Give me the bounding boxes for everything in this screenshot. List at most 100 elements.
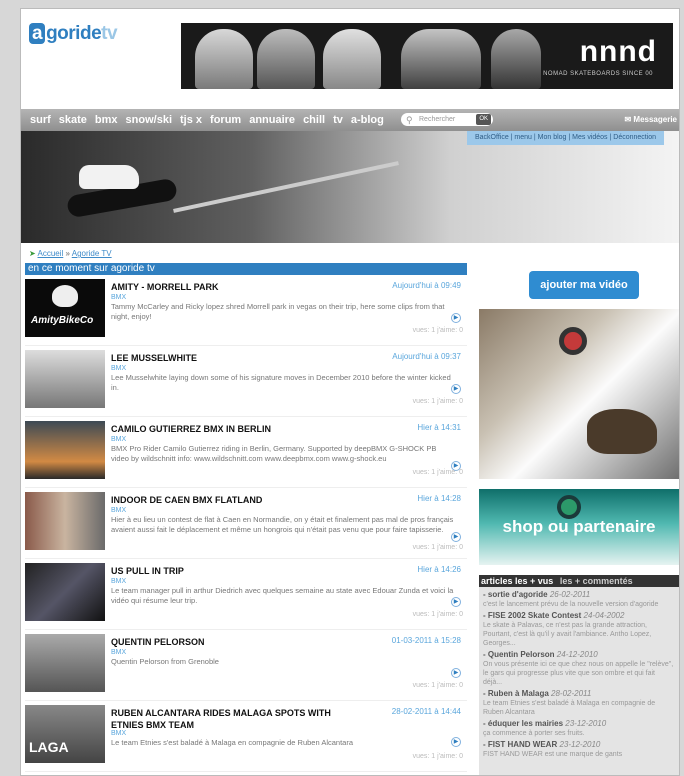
video-item[interactable]: QUENTIN PELORSON 01-03-2011 à 15:28 BMX … — [25, 630, 467, 701]
play-icon[interactable]: ▶ — [451, 313, 461, 323]
search-input[interactable]: ⚲ Rechercher OK — [401, 113, 493, 126]
article-excerpt: Le team Etnies s'est baladé à Malaga en … — [483, 700, 656, 716]
nav-item-forum[interactable]: forum — [206, 109, 245, 131]
breadcrumb: ➤ Accueil » Agoride TV — [29, 249, 112, 258]
article-item[interactable]: - FISE 2002 Skate Contest 24-04-2002 Le … — [483, 611, 675, 648]
article-title[interactable]: Quentin Pelorson — [488, 650, 555, 659]
article-date: 23-12-2010 — [565, 719, 607, 728]
video-title[interactable]: LEE MUSSELWHITE — [111, 352, 363, 364]
logo-a: a — [29, 23, 46, 44]
article-excerpt: FIST HAND WEAR est une marque de gants — [483, 751, 623, 758]
article-item[interactable]: - Ruben à Malaga 28-02-2011 Le team Etni… — [483, 689, 675, 717]
article-title[interactable]: FISE 2002 Skate Contest — [488, 611, 581, 620]
video-date: Aujourd'hui à 09:37 — [392, 352, 461, 361]
video-description: Le team Etnies s'est baladé à Malaga en … — [111, 738, 354, 747]
article-item[interactable]: - sortie d'agoride 26-02-2011 c'est le l… — [483, 590, 675, 609]
nav-item-chill[interactable]: chill — [299, 109, 329, 131]
play-icon[interactable]: ▶ — [451, 532, 461, 542]
ad-banner[interactable]: nnnd NOMAD SKATEBOARDS SINCE 00 — [181, 23, 673, 89]
video-item[interactable]: US PULL IN TRIP Hier à 14:26 BMX Le team… — [25, 559, 467, 630]
video-item[interactable]: INDOOR DE CAEN BMX FLATLAND Hier à 14:28… — [25, 488, 467, 559]
search-button[interactable]: OK — [476, 114, 491, 125]
article-title[interactable]: Ruben à Malaga — [488, 689, 549, 698]
user-links[interactable]: BackOffice | menu | Mon blog | Mes vidéo… — [467, 131, 665, 145]
nav-item-tjsx[interactable]: tjs x — [176, 109, 206, 131]
article-item[interactable]: - Quentin Pelorson 24-12-2010 On vous pr… — [483, 650, 675, 687]
article-date: 28-02-2011 — [551, 689, 592, 698]
video-thumbnail[interactable] — [25, 492, 105, 550]
breadcrumb-home[interactable]: Accueil — [37, 249, 63, 258]
video-category[interactable]: BMX — [111, 578, 126, 585]
video-description: BMX Pro Rider Camilo Gutierrez riding in… — [111, 444, 437, 463]
nav-item-tv[interactable]: tv — [329, 109, 347, 131]
nav-item-surf[interactable]: surf — [21, 109, 55, 131]
video-title[interactable]: RUBEN ALCANTARA RIDES MALAGA SPOTS WITH … — [111, 707, 363, 731]
video-thumbnail[interactable]: AmityBikeCo — [25, 279, 105, 337]
video-date: 28-02-2011 à 14:44 — [391, 707, 461, 716]
article-title[interactable]: éduquer les mairies — [488, 719, 563, 728]
video-stats: vues: 1 j'aime: 0 — [412, 753, 463, 760]
video-category[interactable]: BMX — [111, 507, 126, 514]
video-stats: vues: 1 j'aime: 0 — [412, 469, 463, 476]
video-category[interactable]: BMX — [111, 365, 126, 372]
video-item[interactable]: LAGA RUBEN ALCANTARA RIDES MALAGA SPOTS … — [25, 701, 467, 772]
video-description: Tammy McCarley and Ricky lopez shred Mor… — [111, 302, 445, 321]
video-category[interactable]: BMX — [111, 294, 126, 301]
article-item[interactable]: - FIST HAND WEAR 23-12-2010 FIST HAND WE… — [483, 740, 675, 759]
play-icon[interactable]: ▶ — [451, 737, 461, 747]
video-title[interactable]: CAMILO GUTIERREZ BMX IN BERLIN — [111, 423, 363, 435]
article-date: 23-12-2010 — [559, 740, 601, 749]
video-date: Hier à 14:26 — [417, 565, 461, 574]
article-excerpt: c'est le lancement prévu de la nouvelle … — [483, 601, 659, 608]
video-item[interactable]: LEE MUSSELWHITE Aujourd'hui à 09:37 BMX … — [25, 346, 467, 417]
video-category[interactable]: BMX — [111, 649, 126, 656]
play-icon[interactable]: ▶ — [451, 668, 461, 678]
video-thumbnail[interactable]: LAGA — [25, 705, 105, 763]
breadcrumb-arrow-icon: ➤ — [29, 249, 36, 258]
video-stats: vues: 1 j'aime: 0 — [412, 611, 463, 618]
article-title[interactable]: FIST HAND WEAR — [488, 740, 557, 749]
nav-item-snow-ski[interactable]: snow/ski — [122, 109, 176, 131]
video-category[interactable]: BMX — [111, 730, 126, 737]
video-title[interactable]: QUENTIN PELORSON — [111, 636, 363, 648]
video-thumbnail[interactable] — [25, 563, 105, 621]
video-category[interactable]: BMX — [111, 436, 126, 443]
nav-item-skate[interactable]: skate — [55, 109, 91, 131]
site-logo[interactable]: a goridetv — [29, 23, 118, 45]
video-date: 01-03-2011 à 15:28 — [391, 636, 461, 645]
article-date: 24-12-2010 — [556, 650, 598, 659]
video-stats: vues: 1 j'aime: 0 — [412, 544, 463, 551]
banner-face-1 — [195, 29, 253, 89]
tab-most-viewed[interactable]: articles les + vus — [479, 576, 553, 586]
video-title[interactable]: AMITY - MORRELL PARK — [111, 281, 363, 293]
video-description: Le team manager pull in arthur Diedrich … — [111, 586, 454, 605]
video-thumbnail[interactable] — [25, 634, 105, 692]
nav-item-bmx[interactable]: bmx — [91, 109, 122, 131]
hero-rail — [173, 161, 399, 213]
articles-list: - sortie d'agoride 26-02-2011 c'est le l… — [479, 587, 679, 775]
nav-item-annuaire[interactable]: annuaire — [245, 109, 299, 131]
tab-most-commented[interactable]: les + commentés — [556, 576, 633, 586]
play-icon[interactable]: ▶ — [451, 597, 461, 607]
articles-tabs: articles les + vus les + commentés — [479, 575, 679, 587]
logo-goride: goride — [46, 23, 102, 44]
video-item[interactable]: AmityBikeCo AMITY - MORRELL PARK Aujourd… — [25, 275, 467, 346]
video-thumbnail[interactable] — [25, 350, 105, 408]
article-title[interactable]: sortie d'agoride — [488, 590, 548, 599]
section-title: en ce moment sur agoride tv — [25, 263, 467, 275]
video-thumbnail[interactable] — [25, 421, 105, 479]
article-item[interactable]: - éduquer les mairies 23-12-2010 ça comm… — [483, 719, 675, 738]
article-excerpt: On vous présente ici ce que chez nous on… — [483, 661, 674, 686]
messagerie-link[interactable]: ✉ Messagerie — [624, 109, 677, 131]
video-stats: vues: 1 j'aime: 0 — [412, 327, 463, 334]
messagerie-label: Messagerie — [633, 115, 677, 124]
sidebar-ad-image[interactable] — [479, 309, 679, 479]
add-video-button[interactable]: ajouter ma vidéo — [529, 271, 639, 299]
breadcrumb-current[interactable]: Agoride TV — [72, 249, 112, 258]
nav-item-a-blog[interactable]: a-blog — [347, 109, 388, 131]
play-icon[interactable]: ▶ — [451, 384, 461, 394]
shop-partner-banner[interactable]: shop ou partenaire — [479, 489, 679, 565]
video-item[interactable]: CAMILO GUTIERREZ BMX IN BERLIN Hier à 14… — [25, 417, 467, 488]
video-title[interactable]: INDOOR DE CAEN BMX FLATLAND — [111, 494, 363, 506]
video-title[interactable]: US PULL IN TRIP — [111, 565, 363, 577]
